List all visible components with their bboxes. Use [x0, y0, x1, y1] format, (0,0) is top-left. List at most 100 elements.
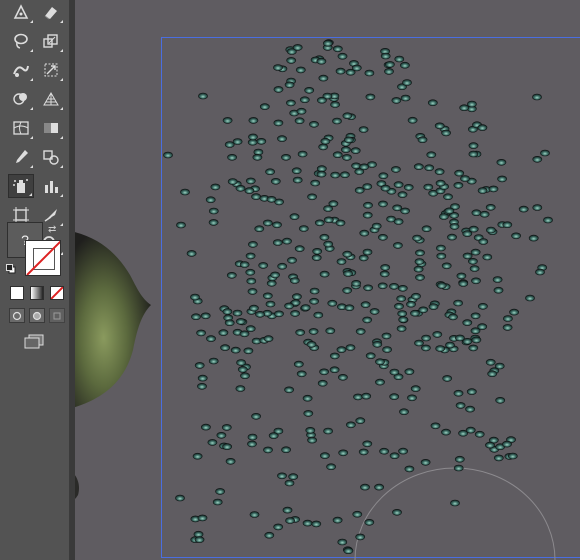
- symbol-instance[interactable]: [488, 185, 499, 193]
- symbol-instance[interactable]: [265, 168, 275, 175]
- symbol-instance[interactable]: [244, 187, 255, 194]
- symbol-instance[interactable]: [369, 308, 380, 315]
- symbol-instance[interactable]: [340, 146, 351, 153]
- symbol-instance[interactable]: [392, 508, 402, 516]
- symbol-instance[interactable]: [255, 310, 265, 318]
- symbol-instance[interactable]: [477, 302, 488, 310]
- symbol-instance[interactable]: [270, 271, 280, 279]
- symbol-instance[interactable]: [414, 339, 424, 347]
- symbol-instance[interactable]: [393, 181, 404, 188]
- symbol-instance[interactable]: [413, 163, 424, 170]
- symbol-instance[interactable]: [212, 498, 223, 506]
- symbol-instance[interactable]: [426, 151, 437, 158]
- symbol-instance[interactable]: [300, 304, 311, 311]
- symbol-instance[interactable]: [291, 293, 302, 300]
- symbol-instance[interactable]: [343, 136, 354, 144]
- symbol-instance[interactable]: [205, 196, 216, 203]
- symbol-instance[interactable]: [256, 138, 267, 145]
- symbol-instance[interactable]: [543, 216, 553, 224]
- symbol-instance[interactable]: [319, 270, 330, 278]
- symbol-instance[interactable]: [351, 279, 362, 287]
- symbol-instance[interactable]: [482, 253, 493, 261]
- symbol-instance[interactable]: [332, 516, 343, 524]
- symbol-instance[interactable]: [382, 346, 392, 353]
- swap-fill-stroke-icon[interactable]: ⇄: [48, 224, 56, 235]
- symbol-instance[interactable]: [243, 347, 254, 355]
- symbol-instance[interactable]: [375, 358, 385, 366]
- symbol-instance[interactable]: [400, 94, 411, 102]
- symbol-instance[interactable]: [392, 242, 403, 249]
- symbol-instance[interactable]: [235, 385, 246, 392]
- symbol-instance[interactable]: [364, 69, 375, 77]
- symbol-instance[interactable]: [332, 151, 343, 158]
- symbol-instance[interactable]: [240, 372, 250, 380]
- draw-behind-button[interactable]: [29, 308, 45, 323]
- symbol-instance[interactable]: [277, 135, 287, 142]
- symbol-instance[interactable]: [434, 168, 445, 175]
- symbol-instance[interactable]: [247, 288, 258, 295]
- gradient-mode-button[interactable]: [30, 286, 44, 300]
- symbol-instance[interactable]: [456, 272, 467, 280]
- column-graph-tool[interactable]: [38, 174, 64, 198]
- symbol-instance[interactable]: [350, 147, 361, 154]
- symbol-instance[interactable]: [298, 225, 309, 232]
- symbol-instance[interactable]: [470, 312, 481, 320]
- symbol-instance[interactable]: [397, 310, 408, 317]
- symbol-instance[interactable]: [270, 178, 281, 185]
- symbol-instance[interactable]: [389, 452, 400, 460]
- symbol-instance[interactable]: [309, 121, 319, 128]
- symbol-instance[interactable]: [309, 287, 320, 295]
- symbol-instance[interactable]: [353, 393, 363, 401]
- symbol-instance[interactable]: [406, 300, 416, 308]
- symbol-instance[interactable]: [352, 510, 363, 518]
- symbol-instance[interactable]: [420, 458, 431, 466]
- symbol-instance[interactable]: [248, 304, 259, 312]
- symbol-instance[interactable]: [532, 93, 542, 101]
- symbol-instance[interactable]: [208, 207, 219, 215]
- symbol-instance[interactable]: [281, 154, 291, 161]
- symbol-instance[interactable]: [394, 302, 404, 310]
- blend-tool[interactable]: [38, 145, 64, 169]
- symbol-instance[interactable]: [194, 536, 205, 543]
- symbol-instance[interactable]: [358, 448, 369, 456]
- symbol-instance[interactable]: [345, 344, 356, 351]
- symbol-instance[interactable]: [435, 345, 446, 352]
- symbol-instance[interactable]: [224, 319, 235, 327]
- symbol-instance[interactable]: [263, 446, 273, 454]
- symbol-instance[interactable]: [266, 196, 277, 203]
- symbol-instance[interactable]: [326, 463, 336, 471]
- symbol-instance[interactable]: [528, 234, 539, 242]
- symbol-instance[interactable]: [313, 311, 324, 319]
- symbol-instance[interactable]: [379, 270, 390, 278]
- eraser-tool[interactable]: [38, 0, 64, 24]
- symbol-instance[interactable]: [294, 117, 305, 124]
- symbol-instance[interactable]: [262, 292, 273, 300]
- symbol-instance[interactable]: [258, 262, 269, 269]
- symbol-instance[interactable]: [299, 96, 310, 103]
- symbol-instance[interactable]: [449, 223, 460, 230]
- symbol-instance[interactable]: [194, 362, 205, 369]
- symbol-instance[interactable]: [363, 201, 373, 209]
- symbol-instance[interactable]: [272, 239, 283, 246]
- symbol-instance[interactable]: [485, 204, 496, 211]
- symbol-instance[interactable]: [293, 360, 304, 368]
- symbol-instance[interactable]: [404, 465, 415, 473]
- symbol-instance[interactable]: [227, 178, 238, 185]
- symbol-instance[interactable]: [259, 103, 270, 110]
- symbol-instance[interactable]: [289, 277, 300, 284]
- symbol-instance[interactable]: [284, 302, 294, 310]
- symbol-instance[interactable]: [316, 165, 327, 172]
- symbol-instance[interactable]: [306, 340, 317, 348]
- symbol-instance[interactable]: [317, 379, 328, 387]
- symbol-instance[interactable]: [287, 256, 297, 264]
- symbol-instance[interactable]: [454, 334, 465, 342]
- symbol-instance[interactable]: [245, 177, 256, 185]
- symbol-instance[interactable]: [200, 423, 211, 431]
- symbol-instance[interactable]: [273, 64, 283, 71]
- symbol-instance[interactable]: [511, 232, 521, 240]
- free-transform-tool[interactable]: [38, 58, 64, 82]
- symbol-instance[interactable]: [364, 518, 375, 526]
- symbol-instance[interactable]: [180, 188, 190, 196]
- symbol-instance[interactable]: [323, 240, 334, 248]
- symbol-instance[interactable]: [264, 531, 275, 539]
